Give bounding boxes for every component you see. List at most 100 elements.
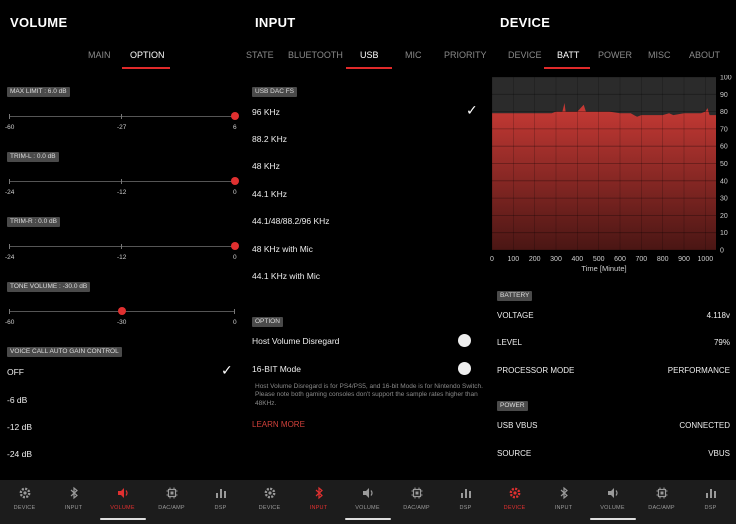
nav-dsp[interactable]: DSP: [441, 486, 490, 511]
nav-dac-amp[interactable]: DAC/AMP: [392, 486, 441, 511]
x-tick-label: 1000: [698, 256, 714, 263]
learn-more-link[interactable]: LEARN MORE: [252, 420, 305, 429]
agc-option-off[interactable]: OFF: [7, 367, 24, 377]
rate-option[interactable]: 48 KHz: [252, 161, 280, 171]
tab-usb[interactable]: USB: [360, 50, 379, 60]
trim-l-slider-knob[interactable]: [231, 177, 239, 185]
slider-tick: [9, 309, 10, 314]
rate-option[interactable]: 44.1 KHz with Mic: [252, 271, 320, 281]
slider-tick: [121, 114, 122, 119]
tick-label-min: -60: [5, 319, 15, 326]
agc-option-6db[interactable]: -6 dB: [7, 395, 27, 405]
tab-option[interactable]: OPTION: [130, 50, 165, 60]
selected-check-icon: ✓: [466, 102, 478, 118]
bit16-toggle[interactable]: [458, 362, 471, 375]
nav-label: INPUT: [309, 505, 328, 511]
tick-label-mid: -12: [117, 254, 127, 261]
x-tick-label: 900: [678, 256, 690, 263]
nav-label: DSP: [214, 505, 227, 511]
trim-l-slider-track[interactable]: [9, 181, 235, 182]
nav-device[interactable]: DEVICE: [0, 486, 49, 511]
page-title: INPUT: [255, 15, 296, 30]
nav-dsp[interactable]: DSP: [196, 486, 245, 511]
agc-option-24db[interactable]: -24 dB: [7, 449, 32, 459]
tick-label-min: -24: [5, 189, 15, 196]
home-indicator[interactable]: [590, 518, 636, 520]
nav-dac-amp[interactable]: DAC/AMP: [637, 486, 686, 511]
tab-bluetooth[interactable]: BLUETOOTH: [288, 50, 343, 60]
gear-icon: [264, 487, 275, 499]
home-indicator[interactable]: [344, 518, 391, 520]
bars-icon: [215, 489, 226, 498]
nav-volume[interactable]: VOLUME: [343, 486, 392, 511]
bluetooth-icon: [70, 486, 78, 500]
nav-label: DEVICE: [13, 505, 36, 511]
bottom-nav: DEVICE INPUT VOLUME DAC/AMP DSP: [490, 480, 736, 524]
bit16-label: 16-BIT Mode: [252, 364, 301, 374]
nav-input[interactable]: INPUT: [49, 486, 98, 511]
tone-volume-label: TONE VOLUME : -30.0 dB: [7, 282, 91, 292]
level-label: LEVEL: [497, 338, 522, 347]
nav-device[interactable]: DEVICE: [245, 486, 294, 511]
selected-check-icon: ✓: [221, 362, 233, 378]
nav-label: DSP: [704, 505, 717, 511]
tab-batt[interactable]: BATT: [557, 50, 579, 60]
nav-label: DSP: [459, 505, 472, 511]
tab-about[interactable]: ABOUT: [689, 50, 720, 60]
tab-misc[interactable]: MISC: [648, 50, 671, 60]
bars-icon: [460, 489, 471, 498]
y-tick-label: 50: [720, 161, 728, 168]
max-limit-slider-track[interactable]: [9, 116, 235, 117]
bluetooth-icon: [560, 486, 568, 500]
input-panel: INPUT STATE BLUETOOTH USB MIC PRIORITY U…: [245, 0, 490, 524]
trim-r-slider-knob[interactable]: [231, 242, 239, 250]
rate-option[interactable]: 96 KHz: [252, 107, 280, 117]
y-tick-label: 70: [720, 126, 728, 133]
tab-device[interactable]: DEVICE: [508, 50, 542, 60]
nav-dac-amp[interactable]: DAC/AMP: [147, 486, 196, 511]
rate-option[interactable]: 44.1 KHz: [252, 189, 287, 199]
rate-option[interactable]: 88.2 KHz: [252, 134, 287, 144]
rate-option[interactable]: 48 KHz with Mic: [252, 244, 313, 254]
tab-power[interactable]: POWER: [598, 50, 632, 60]
agc-option-12db[interactable]: -12 dB: [7, 422, 32, 432]
nav-device[interactable]: DEVICE: [490, 486, 539, 511]
gear-icon: [19, 487, 30, 499]
tick-label-max: 0: [233, 189, 237, 196]
nav-label: DEVICE: [503, 505, 526, 511]
bottom-nav: DEVICE INPUT VOLUME DAC/AMP DSP: [245, 480, 490, 524]
nav-label: DEVICE: [258, 505, 281, 511]
y-tick-label: 40: [720, 178, 728, 185]
nav-dsp[interactable]: DSP: [686, 486, 735, 511]
tone-volume-slider-knob[interactable]: [118, 307, 126, 315]
max-limit-label: MAX LIMIT : 6.0 dB: [7, 87, 70, 97]
host-volume-label: Host Volume Disregard: [252, 336, 340, 346]
battery-history-chart: 10090807060504030201000 100 200 300 400 500 60…: [490, 75, 732, 273]
y-tick-label: 0: [720, 248, 724, 255]
tick-label-min: -24: [5, 254, 15, 261]
host-volume-toggle[interactable]: [458, 334, 471, 347]
max-limit-slider-knob[interactable]: [231, 112, 239, 120]
slider-tick: [9, 179, 10, 184]
y-tick-label: 10: [720, 230, 728, 237]
trim-r-slider-track[interactable]: [9, 246, 235, 247]
nav-input[interactable]: INPUT: [539, 486, 588, 511]
battery-level-area: [492, 103, 716, 250]
rate-option[interactable]: 44.1/48/88.2/96 KHz: [252, 216, 330, 226]
volume-panel: VOLUME MAIN OPTION MAX LIMIT : 6.0 dB -6…: [0, 0, 245, 524]
tab-mic[interactable]: MIC: [405, 50, 422, 60]
x-tick-label: 600: [614, 256, 626, 263]
home-indicator[interactable]: [99, 518, 146, 520]
tab-priority[interactable]: PRIORITY: [444, 50, 487, 60]
nav-input[interactable]: INPUT: [294, 486, 343, 511]
nav-label: DAC/AMP: [648, 505, 675, 511]
tab-main[interactable]: MAIN: [88, 50, 111, 60]
agc-section-label: VOICE CALL AUTO GAIN CONTROL: [7, 347, 122, 357]
tab-state[interactable]: STATE: [246, 50, 274, 60]
nav-volume[interactable]: VOLUME: [588, 486, 637, 511]
x-tick-label: 300: [550, 256, 562, 263]
x-tick-label: 400: [571, 256, 583, 263]
tick-label-max: 0: [233, 319, 237, 326]
bluetooth-icon: [315, 486, 323, 500]
nav-volume[interactable]: VOLUME: [98, 486, 147, 511]
